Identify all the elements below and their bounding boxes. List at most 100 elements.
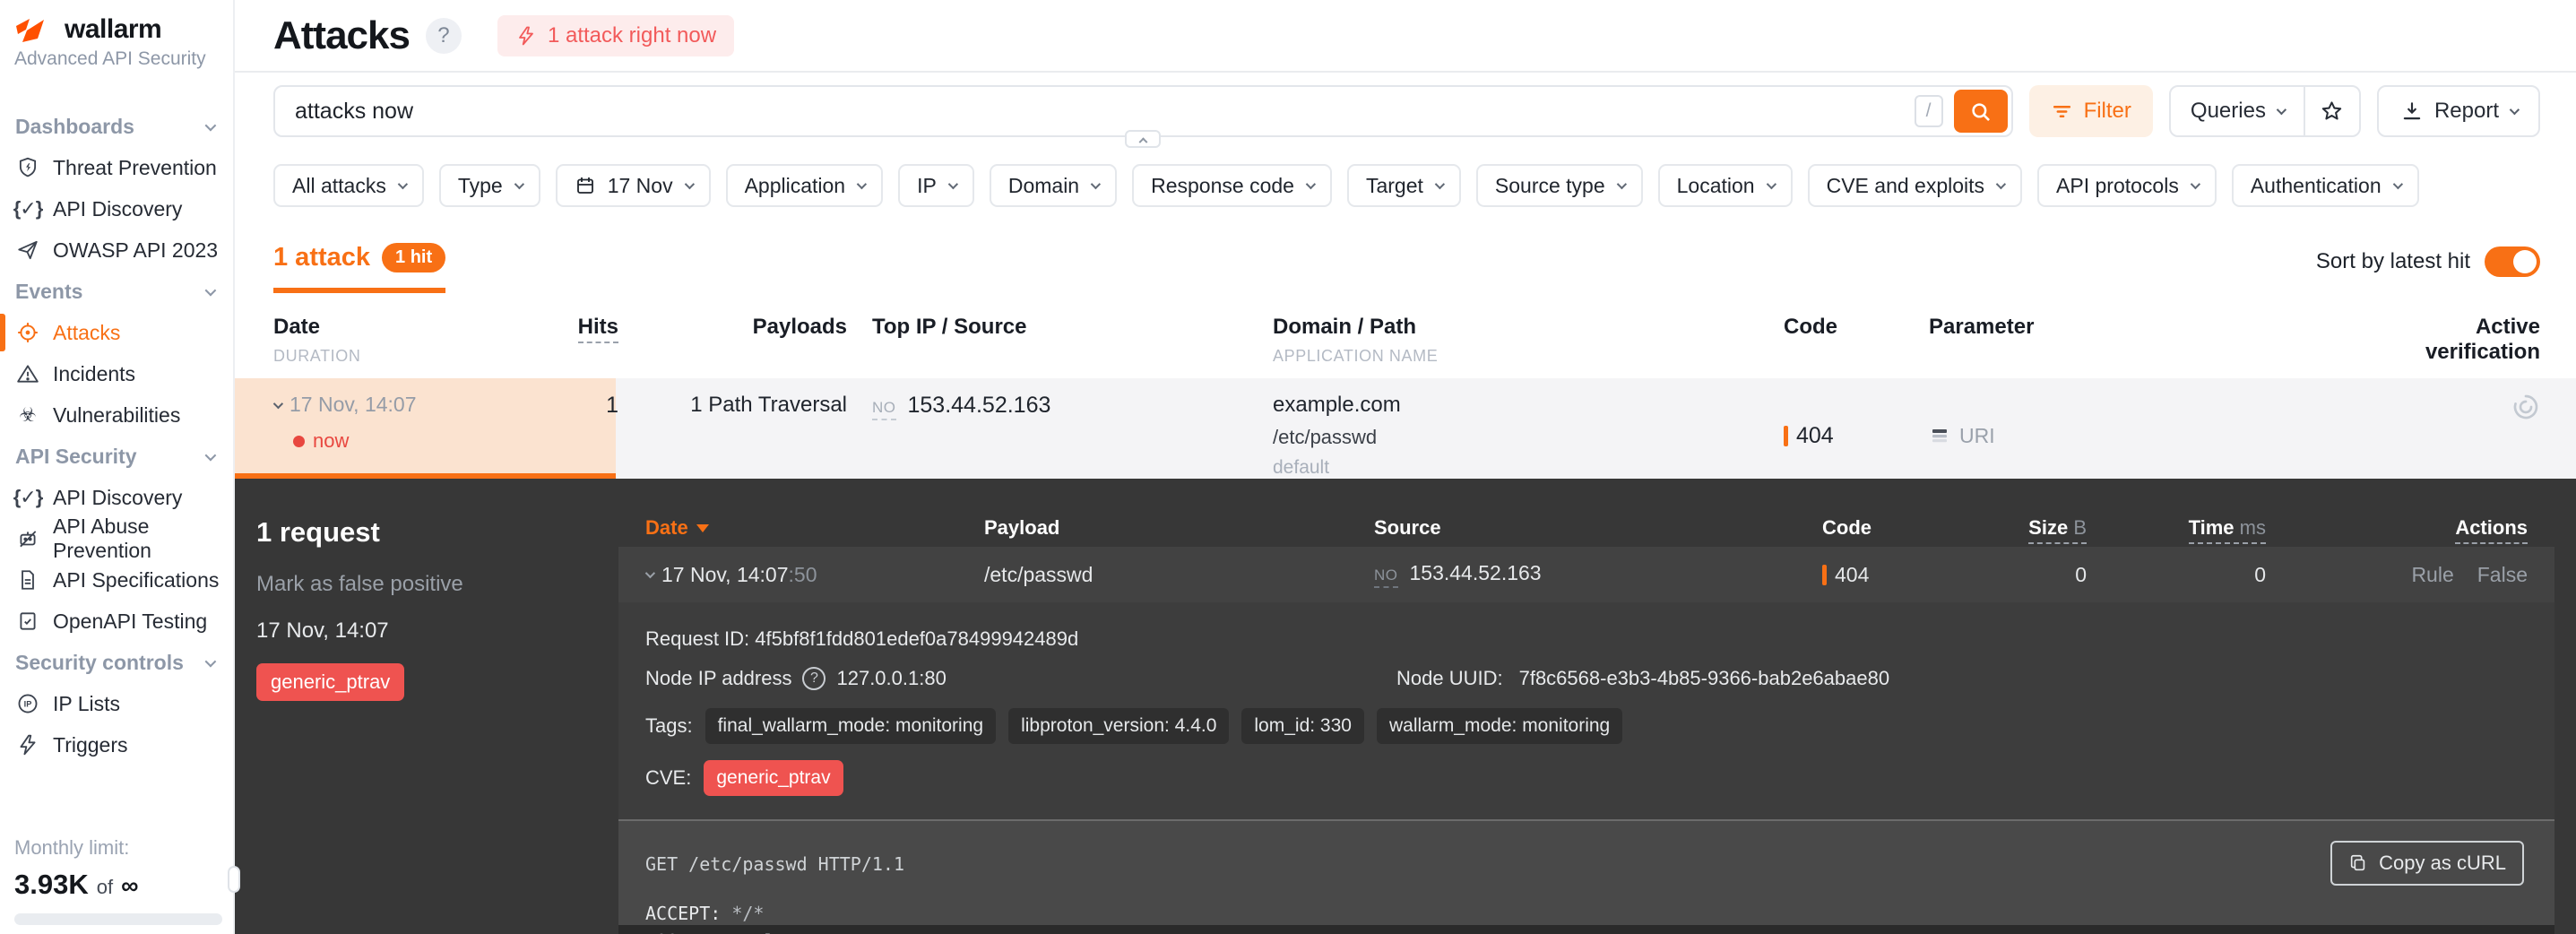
rule-action-link[interactable]: Rule (2411, 563, 2453, 587)
col-actions[interactable]: Actions (2455, 516, 2528, 544)
sidebar-item-label: Incidents (53, 361, 136, 385)
sidebar-item-api-specifications[interactable]: API Specifications (0, 559, 233, 601)
chip-label: Source type (1494, 173, 1605, 197)
sidebar-item-api-abuse-prevention[interactable]: API Abuse Prevention (0, 515, 233, 562)
live-attack-badge[interactable]: 1 attack right now (497, 14, 735, 56)
sidebar-section-dashboards[interactable]: Dashboards (0, 106, 233, 147)
filter-chip-application[interactable]: Application (725, 164, 884, 207)
sidebar-item-threat-prevention[interactable]: Threat Prevention (0, 147, 233, 188)
report-button[interactable]: Report (2376, 85, 2540, 137)
chip-label: Type (457, 173, 503, 197)
sidebar-item-label: API Specifications (53, 567, 220, 592)
filter-chip-domain[interactable]: Domain (989, 164, 1118, 207)
node-ip-label: Node IP address (645, 667, 792, 689)
chip-label: Domain (1007, 173, 1080, 197)
brand-logo: wallarm (14, 14, 233, 45)
chevron-down-icon[interactable] (272, 398, 284, 409)
sidebar-resize-handle[interactable] (228, 866, 240, 893)
country-code-badge[interactable]: NO (872, 399, 896, 420)
filter-chip-ip[interactable]: IP (898, 164, 974, 207)
country-code-badge[interactable]: NO (1374, 566, 1398, 588)
attack-type-tag[interactable]: generic_ptrav (256, 663, 405, 701)
filter-chip-response-code[interactable]: Response code (1132, 164, 1332, 207)
search-collapse-handle[interactable] (1125, 130, 1162, 148)
queries-button[interactable]: Queries (2171, 87, 2304, 135)
node-uuid-value: 7f8c6568-e3b3-4b85-9366-bab2e6abae80 (1518, 667, 1890, 689)
col-time-sortable[interactable]: Time ms (2188, 516, 2266, 544)
chevron-up-icon (1138, 136, 1148, 146)
col-top-ip-source: Top IP / Source (872, 315, 1027, 339)
request-source-ip: 153.44.52.163 (1409, 561, 1542, 584)
col-hits-sortable[interactable]: Hits (577, 315, 618, 343)
lightning-icon (15, 732, 40, 757)
ip-circle-icon: IP (15, 691, 40, 716)
attack-row[interactable]: 17 Nov, 14:07 now 1 1 Path Traversal NO … (235, 378, 2576, 479)
col-date-sorted[interactable]: Date (618, 516, 984, 540)
report-button-label: Report (2433, 99, 2499, 123)
chip-label: CVE and exploits (1826, 173, 1985, 197)
sidebar-item-vulnerabilities[interactable]: ☣ Vulnerabilities (0, 394, 233, 436)
chevron-down-icon (1766, 178, 1776, 190)
sidebar-item-api-discovery[interactable]: {✓} API Discovery (0, 188, 233, 229)
lightning-icon (519, 26, 533, 45)
chip-label: All attacks (292, 173, 386, 197)
col-domain-path: Domain / Path (1273, 315, 1417, 339)
active-verification-spinner-icon[interactable] (2511, 393, 2540, 421)
help-icon[interactable]: ? (425, 17, 462, 54)
http-request-line: GET /etc/passwd HTTP/1.1 (645, 853, 904, 875)
sidebar-section-events[interactable]: Events (0, 271, 233, 312)
tag-chip[interactable]: libproton_version: 4.4.0 (1008, 708, 1230, 744)
filter-chip-type[interactable]: Type (438, 164, 540, 207)
copy-as-curl-button[interactable]: Copy as cURL (2330, 841, 2524, 886)
document-icon (15, 567, 40, 592)
star-icon (2322, 100, 2342, 119)
tag-chip[interactable]: wallarm_mode: monitoring (1376, 708, 1623, 744)
help-icon[interactable]: ? (802, 667, 826, 690)
cve-tag[interactable]: generic_ptrav (704, 760, 843, 796)
sidebar-item-label: Attacks (53, 320, 121, 344)
chevron-down-icon[interactable] (644, 567, 656, 579)
request-row[interactable]: 17 Nov, 14:07:50 /etc/passwd NO 153.44.5… (618, 547, 2554, 602)
requests-table-header: Date Payload Source Code Size B Time ms … (618, 509, 2554, 547)
search-button[interactable] (1953, 90, 2008, 133)
request-date: 17 Nov, 14:07 (661, 562, 789, 586)
sidebar-item-triggers[interactable]: Triggers (0, 724, 233, 765)
filter-icon (2053, 105, 2070, 117)
false-action-link[interactable]: False (2477, 563, 2528, 587)
sidebar-item-api-discovery-2[interactable]: {✓} API Discovery (0, 477, 233, 518)
tab-attacks-count[interactable]: 1 attack 1 hit (273, 243, 446, 293)
filter-chip-all-attacks[interactable]: All attacks (273, 164, 424, 207)
paper-plane-icon (15, 238, 40, 263)
sidebar-item-owasp-api-2023[interactable]: OWASP API 2023 (0, 229, 233, 271)
attack-count-label: 1 attack (273, 243, 371, 272)
search-input[interactable] (295, 98, 1915, 125)
filter-chip-date[interactable]: 17 Nov (555, 164, 711, 207)
toolbar: / Filter Queries R (273, 85, 2540, 148)
sort-by-latest-hit-toggle[interactable] (2485, 246, 2540, 277)
sidebar-item-incidents[interactable]: Incidents (0, 353, 233, 394)
filter-button[interactable]: Filter (2028, 85, 2153, 137)
filter-chip-location[interactable]: Location (1657, 164, 1793, 207)
tag-chip[interactable]: lom_id: 330 (1241, 708, 1364, 744)
attack-source-ip: 153.44.52.163 (907, 393, 1051, 418)
filter-chip-authentication[interactable]: Authentication (2231, 164, 2419, 207)
tag-chip[interactable]: final_wallarm_mode: monitoring (705, 708, 997, 744)
favorite-query-button[interactable] (2303, 87, 2359, 135)
col-size-sortable[interactable]: Size B (2028, 516, 2087, 544)
response-code-bar (1784, 425, 1788, 446)
sidebar-item-openapi-testing[interactable]: OpenAPI Testing (0, 601, 233, 642)
filter-chip-api-protocols[interactable]: API protocols (2037, 164, 2217, 207)
sidebar-section-api-security[interactable]: API Security (0, 436, 233, 477)
attack-duration-now: now (313, 429, 350, 452)
chevron-down-icon (1434, 178, 1445, 190)
sidebar-item-ip-lists[interactable]: IP IP Lists (0, 683, 233, 724)
filter-chip-target[interactable]: Target (1346, 164, 1461, 207)
filter-chip-source-type[interactable]: Source type (1475, 164, 1643, 207)
sidebar-section-security-controls[interactable]: Security controls (0, 642, 233, 683)
chevron-down-icon (684, 178, 695, 190)
sidebar-item-attacks[interactable]: Attacks (0, 312, 233, 353)
mark-false-positive-link[interactable]: Mark as false positive (256, 572, 618, 597)
attack-domain: example.com (1273, 393, 1401, 417)
filter-chip-cve-and-exploits[interactable]: CVE and exploits (1807, 164, 2023, 207)
chevron-down-icon (2392, 178, 2403, 190)
